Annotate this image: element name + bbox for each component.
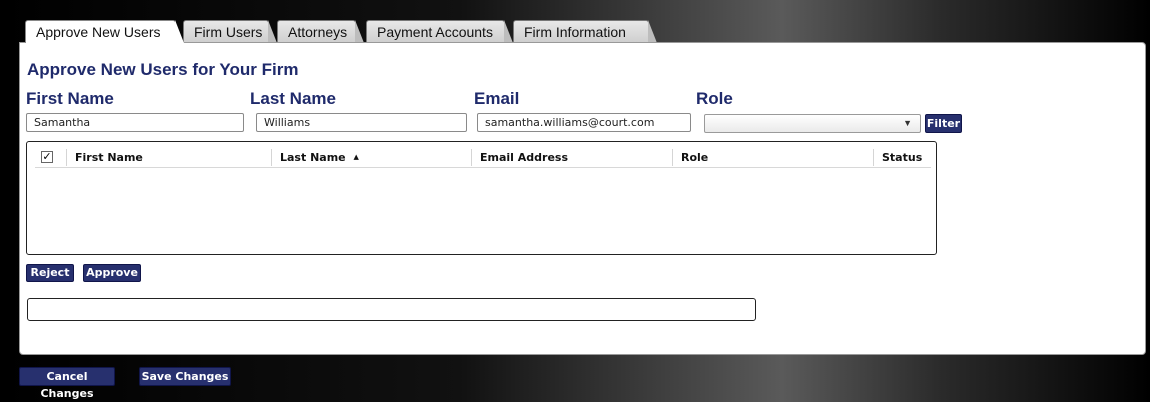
select-all-checkbox[interactable]: ✓ xyxy=(41,151,53,163)
last-name-label: Last Name xyxy=(250,89,336,108)
col-role[interactable]: Role xyxy=(672,149,873,166)
col-last-name[interactable]: Last Name ▲ xyxy=(271,149,471,166)
tab-firm-information[interactable]: Firm Information xyxy=(513,20,657,43)
message-box xyxy=(27,298,756,321)
role-label: Role xyxy=(696,89,733,108)
last-name-field[interactable] xyxy=(256,113,467,132)
users-grid: ✓ First Name Last Name ▲ Email Address R… xyxy=(26,141,937,255)
email-field[interactable] xyxy=(477,113,691,132)
tab-payment-accounts[interactable]: Payment Accounts xyxy=(366,20,513,43)
col-status[interactable]: Status xyxy=(873,149,931,166)
save-changes-button[interactable]: Save Changes xyxy=(139,367,231,386)
page-title: Approve New Users for Your Firm xyxy=(27,60,299,79)
tab-firm-users[interactable]: Firm Users xyxy=(183,20,277,43)
tab-approve-new-users[interactable]: Approve New Users xyxy=(25,20,184,43)
role-select[interactable]: ▼ xyxy=(704,114,921,133)
col-last-name-label: Last Name xyxy=(280,151,346,164)
approve-users-panel: Approve New Users for Your Firm First Na… xyxy=(19,42,1146,355)
tab-attorneys[interactable]: Attorneys xyxy=(277,20,364,43)
email-label: Email xyxy=(474,89,520,108)
approve-button[interactable]: Approve xyxy=(83,264,141,282)
cancel-changes-button[interactable]: Cancel Changes xyxy=(19,367,115,400)
filter-button[interactable]: Filter xyxy=(925,114,962,133)
checkmark-icon: ✓ xyxy=(42,151,52,163)
col-first-name[interactable]: First Name xyxy=(66,149,271,166)
grid-header: ✓ First Name Last Name ▲ Email Address R… xyxy=(35,148,931,168)
chevron-down-icon: ▼ xyxy=(903,118,912,128)
reject-button[interactable]: Reject xyxy=(26,264,74,282)
col-email-address[interactable]: Email Address xyxy=(471,149,672,166)
first-name-label: First Name xyxy=(26,89,114,108)
sort-ascending-icon: ▲ xyxy=(353,153,359,161)
first-name-field[interactable] xyxy=(26,113,244,132)
